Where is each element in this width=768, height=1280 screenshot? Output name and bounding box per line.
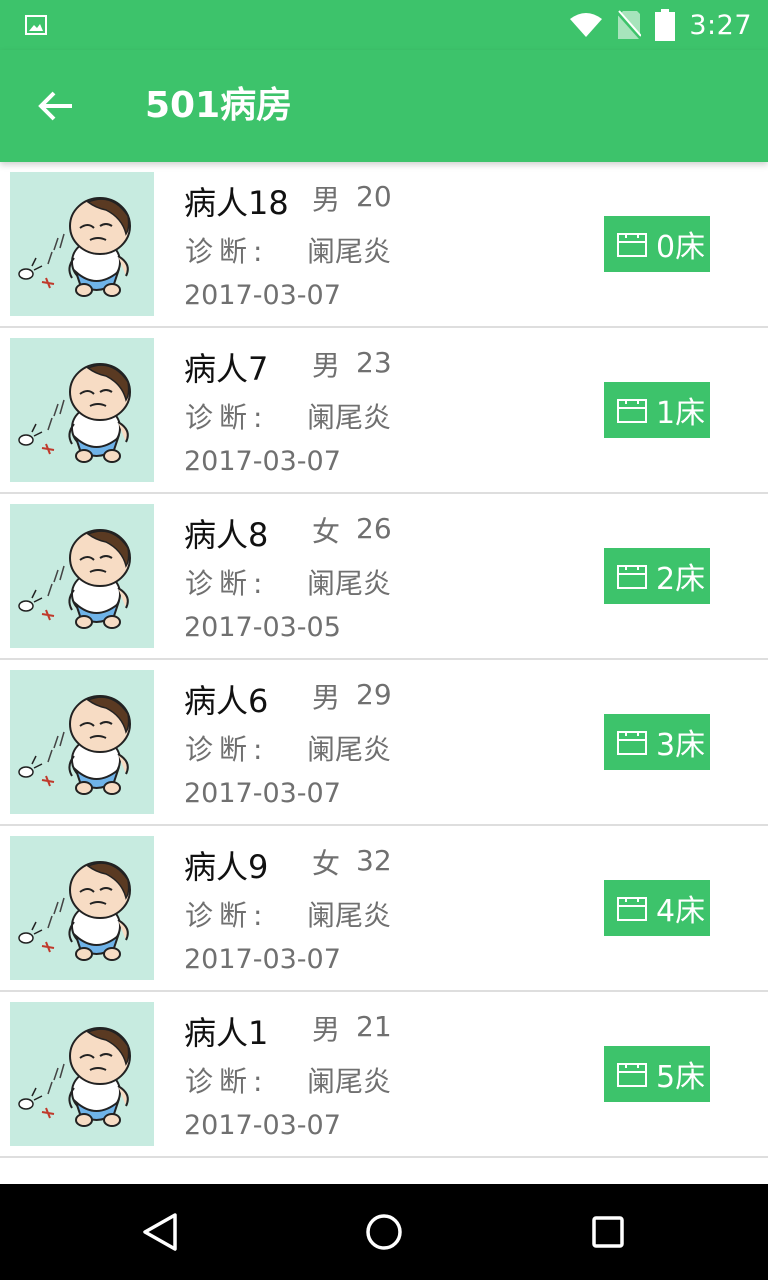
avatar [10, 1002, 154, 1146]
bed-number: 1床 [656, 396, 706, 431]
patient-name: 病人1 [184, 1014, 269, 1052]
patient-name: 病人8 [184, 516, 269, 554]
patient-gender: 男 [312, 681, 341, 714]
bed-badge[interactable]: 1床 [604, 382, 710, 438]
back-button[interactable] [28, 78, 84, 134]
no-sim-icon [617, 10, 642, 40]
diagnosis-label: 诊断: [185, 899, 269, 932]
diagnosis-value: 阑尾炎 [307, 567, 392, 600]
back-triangle-icon [143, 1213, 177, 1251]
bed-badge[interactable]: 3床 [604, 714, 710, 770]
avatar [10, 338, 154, 482]
admission-date: 2017-03-07 [184, 944, 341, 975]
patient-name: 病人6 [184, 682, 269, 720]
patient-name: 病人9 [184, 848, 269, 886]
avatar [10, 670, 154, 814]
patient-age: 20 [356, 180, 392, 213]
avatar [10, 836, 154, 980]
bed-number: 3床 [656, 728, 706, 763]
status-time: 3:27 [689, 9, 752, 41]
diagnosis-label: 诊断: [185, 567, 269, 600]
patient-gender: 男 [312, 1013, 341, 1046]
diagnosis-value: 阑尾炎 [307, 1065, 392, 1098]
bed-badge[interactable]: 4床 [604, 880, 710, 936]
diagnosis-value: 阑尾炎 [307, 899, 392, 932]
diagnosis-label: 诊断: [185, 733, 269, 766]
patient-age: 21 [356, 1010, 392, 1043]
bed-icon [616, 894, 648, 922]
patient-name: 病人18 [184, 184, 289, 222]
admission-date: 2017-03-05 [184, 612, 341, 643]
bed-number: 0床 [656, 230, 706, 265]
bed-icon [616, 562, 648, 590]
home-circle-icon [366, 1214, 402, 1250]
admission-date: 2017-03-07 [184, 778, 341, 809]
list-item[interactable]: 病人7 男 23 诊断: 阑尾炎 2017-03-07 1床 [0, 328, 768, 494]
system-nav-bar [0, 1184, 768, 1280]
patient-age: 32 [356, 844, 392, 877]
diagnosis-value: 阑尾炎 [307, 235, 392, 268]
list-item[interactable]: 病人8 女 26 诊断: 阑尾炎 2017-03-05 2床 [0, 494, 768, 660]
bed-icon [616, 728, 648, 756]
page-title: 501病房 [145, 85, 293, 126]
bed-icon [616, 1060, 648, 1088]
arrow-left-icon [38, 91, 72, 121]
bed-badge[interactable]: 0床 [604, 216, 710, 272]
status-icons: 3:27 [569, 0, 752, 50]
patient-list: 病人18 男 20 诊断: 阑尾炎 2017-03-07 0床 病人7 男 23… [0, 162, 768, 1158]
recents-square-icon [592, 1216, 624, 1248]
patient-gender: 男 [312, 349, 341, 382]
patient-age: 29 [356, 678, 392, 711]
diagnosis-value: 阑尾炎 [307, 733, 392, 766]
patient-name: 病人7 [184, 350, 269, 388]
status-bar: 3:27 [0, 0, 768, 50]
diagnosis-label: 诊断: [185, 401, 269, 434]
diagnosis-label: 诊断: [185, 1065, 269, 1098]
list-item[interactable]: 病人18 男 20 诊断: 阑尾炎 2017-03-07 0床 [0, 162, 768, 328]
admission-date: 2017-03-07 [184, 280, 341, 311]
patient-gender: 女 [312, 515, 341, 548]
list-item[interactable]: 病人9 女 32 诊断: 阑尾炎 2017-03-07 4床 [0, 826, 768, 992]
diagnosis-label: 诊断: [185, 235, 269, 268]
avatar [10, 172, 154, 316]
bed-number: 2床 [656, 562, 706, 597]
bed-number: 5床 [656, 1060, 706, 1095]
image-notification-icon [25, 15, 47, 35]
bed-badge[interactable]: 2床 [604, 548, 710, 604]
nav-back-button[interactable] [136, 1208, 184, 1256]
patient-age: 23 [356, 346, 392, 379]
bed-number: 4床 [656, 894, 706, 929]
patient-age: 26 [356, 512, 392, 545]
bed-icon [616, 230, 648, 258]
diagnosis-value: 阑尾炎 [307, 401, 392, 434]
avatar [10, 504, 154, 648]
admission-date: 2017-03-07 [184, 1110, 341, 1141]
nav-home-button[interactable] [360, 1208, 408, 1256]
nav-recents-button[interactable] [584, 1208, 632, 1256]
list-item[interactable]: 病人6 男 29 诊断: 阑尾炎 2017-03-07 3床 [0, 660, 768, 826]
admission-date: 2017-03-07 [184, 446, 341, 477]
wifi-icon [570, 13, 603, 37]
bed-badge[interactable]: 5床 [604, 1046, 710, 1102]
bed-icon [616, 396, 648, 424]
patient-gender: 女 [312, 847, 341, 880]
battery-icon [655, 9, 676, 41]
app-bar: 501病房 [0, 50, 768, 162]
patient-gender: 男 [312, 183, 341, 216]
list-item[interactable]: 病人1 男 21 诊断: 阑尾炎 2017-03-07 5床 [0, 992, 768, 1158]
